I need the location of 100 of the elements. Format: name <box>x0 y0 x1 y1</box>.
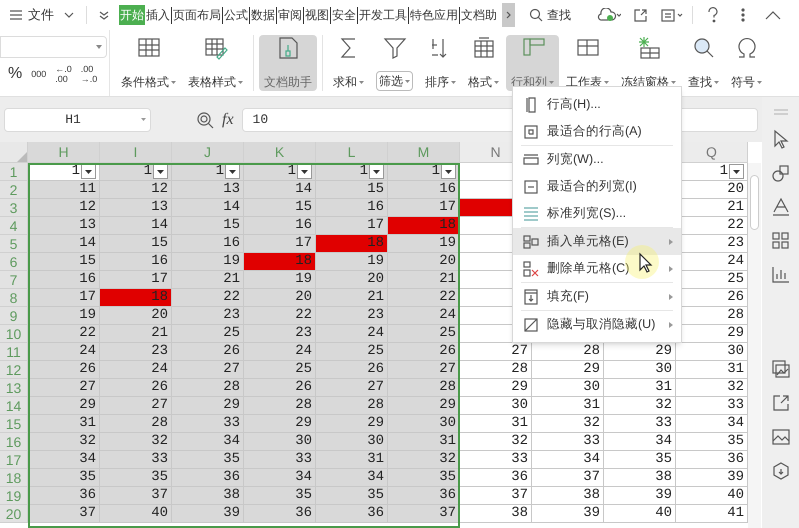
ribbon-tab[interactable]: 插入 <box>145 5 171 25</box>
cell-value: 20 <box>367 270 384 289</box>
menu-item[interactable]: 插入单元格(E) <box>513 228 681 255</box>
cell-value: 29 <box>367 414 384 433</box>
cell-value: 16 <box>223 234 240 253</box>
cell-value: 31 <box>727 360 744 379</box>
ribbon-tab[interactable]: 公式 <box>223 5 249 25</box>
menu-item[interactable]: 删除单元格(C) <box>513 255 681 282</box>
cell-value: 21 <box>151 324 168 343</box>
thousands-separator-button[interactable]: 000 <box>31 70 46 78</box>
cell-value: 16 <box>367 198 384 217</box>
cell-value: 28 <box>223 378 240 397</box>
cell-value: 11 <box>79 180 96 199</box>
ribbon-tab[interactable]: 审阅 <box>277 5 303 25</box>
cell-value: 26 <box>727 288 744 307</box>
cell-value: 29 <box>223 396 240 415</box>
cell-value: 15 <box>223 216 240 235</box>
cell-value: 39 <box>655 486 672 505</box>
cell-value: 30 <box>727 342 744 361</box>
ribbon-button[interactable]: 符号 <box>726 35 767 91</box>
function-button[interactable]: fx <box>222 108 234 132</box>
cell-value: 28 <box>367 396 384 415</box>
ribbon-button[interactable]: 求和 <box>328 35 369 91</box>
cell-value: 16 <box>295 216 312 235</box>
ribbon-tab[interactable]: 开发工具 <box>358 5 408 25</box>
cell-value: 19 <box>367 252 384 271</box>
cell-value: 26 <box>367 360 384 379</box>
menu-item[interactable]: 标准列宽(S)... <box>513 200 681 227</box>
cell-value: 31 <box>511 414 528 433</box>
search-label[interactable]: 查找 <box>547 6 571 24</box>
cell-value: 24 <box>439 306 456 325</box>
cell-value: 36 <box>295 504 312 523</box>
cell-value: 21 <box>223 270 240 289</box>
cell-value: 26 <box>439 342 456 361</box>
cell-value: 14 <box>295 180 312 199</box>
cell-value: 38 <box>583 486 600 505</box>
cell-value: 27 <box>439 360 456 379</box>
percent-button[interactable]: % <box>8 66 22 82</box>
ribbon-button[interactable]: 格式 <box>463 35 504 91</box>
ribbon-button[interactable]: 筛选 <box>371 35 418 91</box>
cell-value: 40 <box>151 504 168 523</box>
cell-value: 34 <box>223 432 240 451</box>
cell-value: 19 <box>79 306 96 325</box>
cell-value: 33 <box>655 414 672 433</box>
ribbon-button[interactable]: 条件格式 <box>116 35 181 91</box>
cell-value: 33 <box>295 450 312 469</box>
cell-value: 14 <box>223 198 240 217</box>
cell-value: 22 <box>295 306 312 325</box>
cell-value: 22 <box>223 288 240 307</box>
cell-value: 19 <box>439 234 456 253</box>
cell-value: 41 <box>727 504 744 523</box>
decrease-decimal-button[interactable]: .00 →.0 <box>80 64 98 84</box>
menu-item[interactable]: 隐藏与取消隐藏(U) <box>513 311 681 338</box>
cell-value: 34 <box>727 414 744 433</box>
cell-value: 25 <box>295 360 312 379</box>
cell-value: 36 <box>367 504 384 523</box>
cell-value: 33 <box>511 450 528 469</box>
name-box[interactable]: H1 <box>4 108 151 132</box>
cell-value: 34 <box>655 432 672 451</box>
cell-value: 17 <box>79 288 96 307</box>
increase-decimal-button[interactable]: ←.0 .00 <box>55 64 72 84</box>
cell-value: 15 <box>295 198 312 217</box>
ribbon-tab[interactable]: 特色应用 <box>409 5 459 25</box>
cell-value: 16 <box>79 270 96 289</box>
ribbon-tab[interactable]: 页面布局 <box>172 5 222 25</box>
cell-value: 40 <box>655 504 672 523</box>
ribbon-tab[interactable]: 安全 <box>331 5 357 25</box>
ribbon-button[interactable]: 查找 <box>683 35 724 91</box>
ribbon-tab[interactable]: 数据 <box>250 5 276 25</box>
cell-value: 32 <box>151 432 168 451</box>
cell-value: 24 <box>727 252 744 271</box>
ribbon-tab[interactable]: 视图 <box>304 5 330 25</box>
ribbon-button[interactable]: 文档助手 <box>259 35 317 91</box>
ribbon-button[interactable]: 排序 <box>420 35 461 91</box>
cell-value: 28 <box>727 306 744 325</box>
cell-value: 27 <box>367 378 384 397</box>
cell-value: 21 <box>727 198 744 217</box>
cell-value: 24 <box>295 342 312 361</box>
cell-value: 18 <box>439 216 456 235</box>
cell-value: 13 <box>79 216 96 235</box>
cell-value: 23 <box>295 324 312 343</box>
cell-value: 23 <box>727 234 744 253</box>
cell-value: 31 <box>79 414 96 433</box>
file-menu[interactable]: 文件 <box>28 5 54 25</box>
cell-value: 28 <box>583 342 600 361</box>
cell-value: 14 <box>151 216 168 235</box>
cell-value: 29 <box>511 378 528 397</box>
ribbon-button[interactable]: 表格样式 <box>183 35 248 91</box>
cell-value: 34 <box>295 468 312 487</box>
menu-item[interactable]: 最适合的列宽(I) <box>513 173 681 200</box>
cell-value: 30 <box>439 414 456 433</box>
cell-value: 32 <box>439 450 456 469</box>
cell-value: 30 <box>655 360 672 379</box>
menu-item[interactable]: 填充(F) <box>513 283 681 310</box>
ribbon-tab[interactable]: 文档助 <box>460 5 498 25</box>
cell-value: 35 <box>727 432 744 451</box>
cell-value: 20 <box>151 306 168 325</box>
cell-value: 13 <box>223 180 240 199</box>
cell-value: 24 <box>367 324 384 343</box>
cell-value: 39 <box>727 468 744 487</box>
